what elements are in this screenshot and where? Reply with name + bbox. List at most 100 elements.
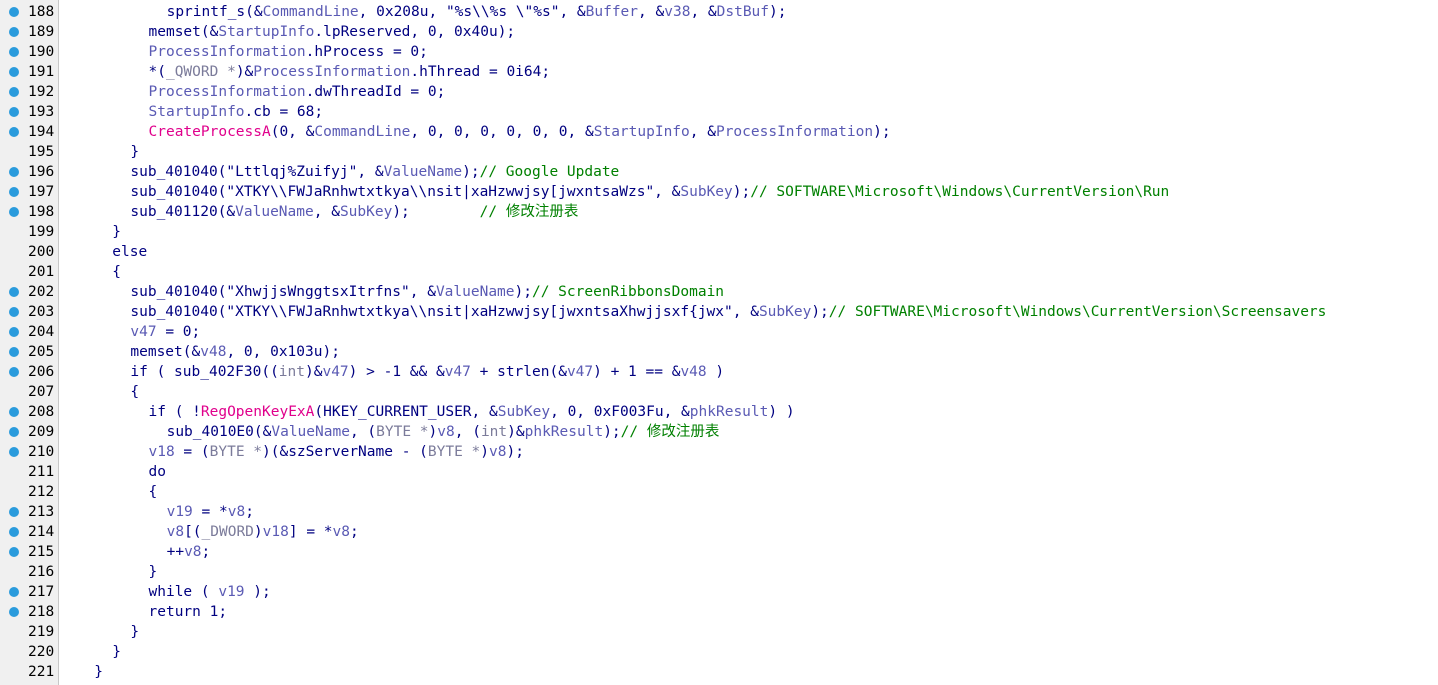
code-line[interactable]: 191 *(_QWORD *)&ProcessInformation.hThrea… — [0, 62, 1438, 82]
code-token-var[interactable]: v47 — [445, 364, 471, 380]
code-text[interactable]: ProcessInformation.hProcess = 0; — [149, 42, 428, 62]
code-token-var[interactable]: StartupInfo — [218, 24, 314, 40]
breakpoint-dot-icon[interactable] — [9, 547, 19, 557]
code-line[interactable]: 208 if ( !RegOpenKeyExA(HKEY_CURRENT_USER… — [0, 402, 1438, 422]
code-token-var[interactable]: CommandLine — [314, 124, 410, 140]
code-line[interactable]: 221} — [0, 662, 1438, 682]
code-line[interactable]: 219} — [0, 622, 1438, 642]
code-text[interactable]: ProcessInformation.dwThreadId = 0; — [149, 82, 446, 102]
code-token-var[interactable]: v19 — [167, 504, 193, 520]
breakpoint-dot-icon[interactable] — [9, 127, 19, 137]
code-text[interactable]: sub_401040("XTKY\\FWJaRnhwtxtkya\\nsit|x… — [130, 182, 1169, 202]
code-token-var[interactable]: phkResult — [525, 424, 604, 440]
code-line[interactable]: 194 CreateProcessA(0, &CommandLine, 0, 0,… — [0, 122, 1438, 142]
code-token-var[interactable]: v47 — [322, 364, 348, 380]
code-token-var[interactable]: ProcessInformation — [253, 64, 410, 80]
code-token-var[interactable]: ProcessInformation — [149, 44, 306, 60]
code-line[interactable]: 196 sub_401040("Lttlqj%Zuifyj", &ValueNam… — [0, 162, 1438, 182]
code-text[interactable]: return 1; — [149, 602, 228, 622]
code-text[interactable]: memset(&v48, 0, 0x103u); — [130, 342, 340, 362]
code-text[interactable]: } — [130, 622, 139, 642]
code-text[interactable]: sub_4010E0(&ValueName, (BYTE *)v8, (int)… — [167, 422, 720, 442]
code-line[interactable]: 210 v18 = (BYTE *)(&szServerName - (BYTE … — [0, 442, 1438, 462]
breakpoint-dot-icon[interactable] — [9, 507, 19, 517]
code-line[interactable]: 215 ++v8; — [0, 542, 1438, 562]
breakpoint-dot-icon[interactable] — [9, 187, 19, 197]
code-line[interactable]: 193 StartupInfo.cb = 68; — [0, 102, 1438, 122]
code-line[interactable]: 209 sub_4010E0(&ValueName, (BYTE *)v8, (i… — [0, 422, 1438, 442]
code-token-var[interactable]: SubKey — [680, 184, 732, 200]
code-token-var[interactable]: v19 — [218, 584, 244, 600]
code-token-var[interactable]: v8 — [489, 444, 506, 460]
breakpoint-dot-icon[interactable] — [9, 527, 19, 537]
code-token-var[interactable]: v8 — [228, 504, 245, 520]
code-token-var[interactable]: v18 — [149, 444, 175, 460]
code-token-var[interactable]: SubKey — [759, 304, 811, 320]
code-text[interactable]: CreateProcessA(0, &CommandLine, 0, 0, 0,… — [149, 122, 891, 142]
code-text[interactable]: { — [112, 262, 121, 282]
code-token-var[interactable]: ValueName — [384, 164, 463, 180]
code-token-var[interactable]: ValueName — [235, 204, 314, 220]
code-text[interactable]: sub_401040("Lttlqj%Zuifyj", &ValueName);… — [130, 162, 619, 182]
code-line[interactable]: 189 memset(&StartupInfo.lpReserved, 0, 0x… — [0, 22, 1438, 42]
code-token-var[interactable]: v47 — [130, 324, 156, 340]
code-text[interactable]: if ( !RegOpenKeyExA(HKEY_CURRENT_USER, &… — [149, 402, 795, 422]
code-text[interactable]: } — [94, 662, 103, 682]
breakpoint-dot-icon[interactable] — [9, 207, 19, 217]
code-token-var[interactable]: v8 — [184, 544, 201, 560]
code-line[interactable]: 212 { — [0, 482, 1438, 502]
code-line[interactable]: 188 sprintf_s(&CommandLine, 0x208u, "%s\\… — [0, 2, 1438, 22]
code-text[interactable]: do — [149, 462, 166, 482]
code-line[interactable]: 192 ProcessInformation.dwThreadId = 0; — [0, 82, 1438, 102]
breakpoint-dot-icon[interactable] — [9, 167, 19, 177]
breakpoint-dot-icon[interactable] — [9, 607, 19, 617]
code-line[interactable]: 200 else — [0, 242, 1438, 262]
code-text[interactable]: v19 = *v8; — [167, 502, 254, 522]
code-text[interactable]: } — [112, 222, 121, 242]
code-line[interactable]: 206 if ( sub_402F30((int)&v47) > -1 && &v… — [0, 362, 1438, 382]
code-token-var[interactable]: Buffer — [586, 4, 638, 20]
breakpoint-dot-icon[interactable] — [9, 87, 19, 97]
code-line[interactable]: 213 v19 = *v8; — [0, 502, 1438, 522]
code-text[interactable]: sprintf_s(&CommandLine, 0x208u, "%s\\%s … — [167, 2, 787, 22]
code-line[interactable]: 190 ProcessInformation.hProcess = 0; — [0, 42, 1438, 62]
code-token-api[interactable]: RegOpenKeyExA — [201, 404, 315, 420]
code-text[interactable]: v18 = (BYTE *)(&szServerName - (BYTE *)v… — [149, 442, 524, 462]
code-line[interactable]: 198 sub_401120(&ValueName, &SubKey); // 修… — [0, 202, 1438, 222]
code-text[interactable]: sub_401120(&ValueName, &SubKey); // 修改注册… — [130, 202, 578, 222]
code-text[interactable]: sub_401040("XhwjjsWnggtsxItrfns", &Value… — [130, 282, 724, 302]
breakpoint-dot-icon[interactable] — [9, 587, 19, 597]
code-line[interactable]: 201 { — [0, 262, 1438, 282]
breakpoint-dot-icon[interactable] — [9, 407, 19, 417]
code-token-var[interactable]: v8 — [167, 524, 184, 540]
code-line[interactable]: 218 return 1; — [0, 602, 1438, 622]
code-line[interactable]: 195} — [0, 142, 1438, 162]
code-text[interactable]: v8[(_DWORD)v18] = *v8; — [167, 522, 359, 542]
code-token-var[interactable]: ValueName — [436, 284, 515, 300]
code-line[interactable]: 204 v47 = 0; — [0, 322, 1438, 342]
code-line[interactable]: 203 sub_401040("XTKY\\FWJaRnhwtxtkya\\nsi… — [0, 302, 1438, 322]
code-token-var[interactable]: v48 — [200, 344, 226, 360]
breakpoint-dot-icon[interactable] — [9, 347, 19, 357]
code-token-var[interactable]: StartupInfo — [594, 124, 690, 140]
code-text[interactable]: sub_401040("XTKY\\FWJaRnhwtxtkya\\nsit|x… — [130, 302, 1326, 322]
code-text[interactable]: } — [130, 142, 139, 162]
code-line[interactable]: 216} — [0, 562, 1438, 582]
code-line[interactable]: 217 while ( v19 ); — [0, 582, 1438, 602]
code-token-var[interactable]: v47 — [567, 364, 593, 380]
code-text[interactable]: *(_QWORD *)&ProcessInformation.hThread =… — [149, 62, 551, 82]
code-line[interactable]: 202 sub_401040("XhwjjsWnggtsxItrfns", &Va… — [0, 282, 1438, 302]
code-token-var[interactable]: ValueName — [271, 424, 350, 440]
code-line[interactable]: 211 do — [0, 462, 1438, 482]
code-text[interactable]: ++v8; — [167, 542, 211, 562]
code-line[interactable]: 199} — [0, 222, 1438, 242]
code-text[interactable]: { — [149, 482, 158, 502]
code-token-var[interactable]: v18 — [263, 524, 289, 540]
code-text[interactable]: if ( sub_402F30((int)&v47) > -1 && &v47 … — [130, 362, 724, 382]
code-text[interactable]: } — [149, 562, 158, 582]
breakpoint-dot-icon[interactable] — [9, 107, 19, 117]
breakpoint-dot-icon[interactable] — [9, 67, 19, 77]
code-token-var[interactable]: ProcessInformation — [149, 84, 306, 100]
pseudocode-view[interactable]: 188 sprintf_s(&CommandLine, 0x208u, "%s\\… — [0, 2, 1438, 682]
code-token-api[interactable]: CreateProcessA — [149, 124, 271, 140]
